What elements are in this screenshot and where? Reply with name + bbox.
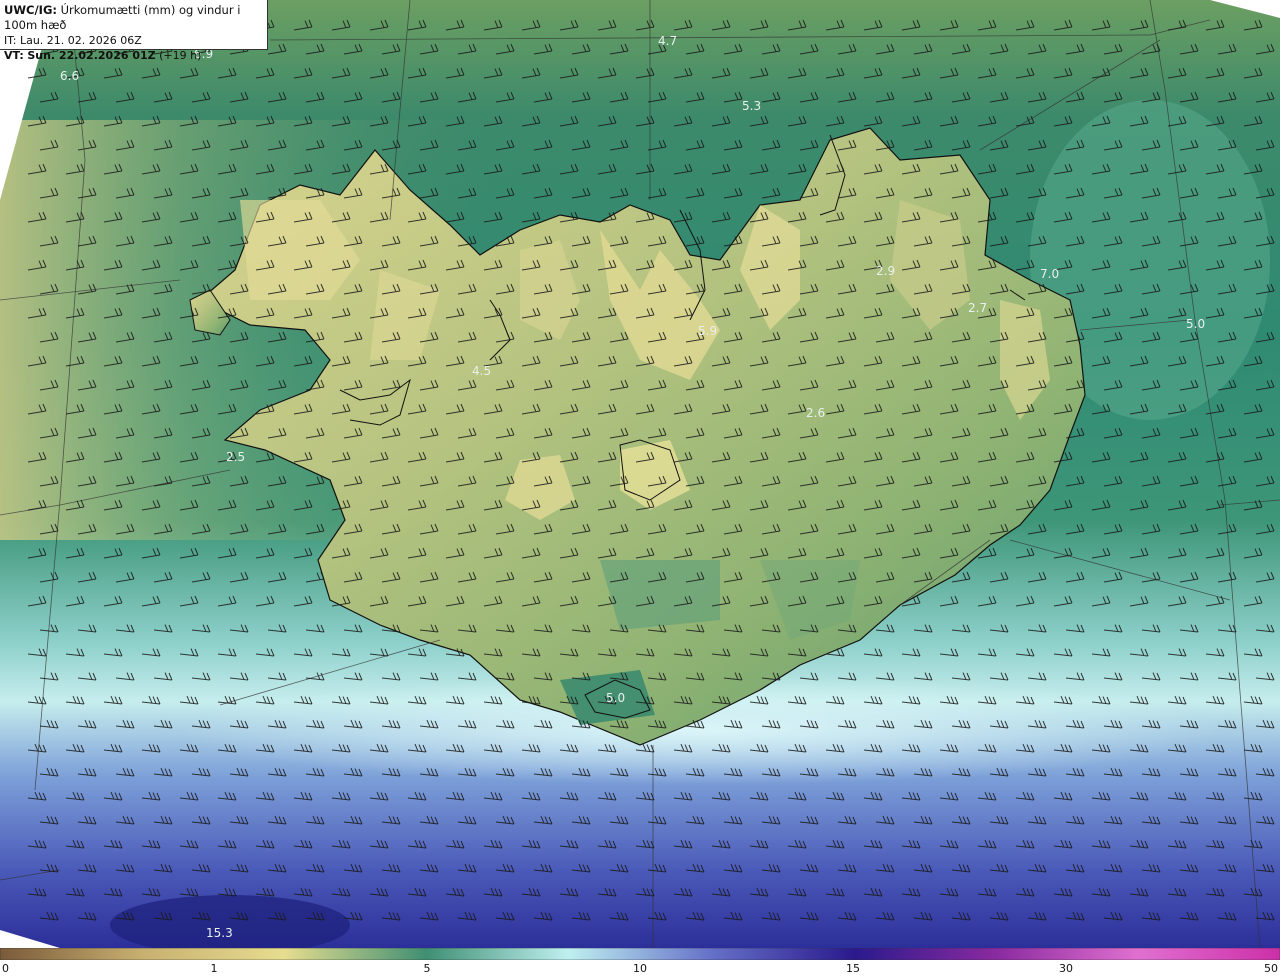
map-value: 7.0 (1040, 267, 1059, 281)
it-prefix: IT: (4, 34, 17, 47)
title-line: UWC/IG: Úrkomumætti (mm) og vindur i 100… (4, 3, 263, 33)
map-value: 4.7 (658, 34, 677, 48)
map-value: 5.9 (698, 324, 717, 338)
map-value: 5.0 (606, 691, 625, 705)
colorbar-tick: 5 (423, 962, 431, 975)
map-value: 15.3 (206, 926, 233, 940)
colorbar-tick: 50 (1264, 962, 1278, 975)
colorbar-tick: 15 (846, 962, 860, 975)
colorbar-tick: 0 (2, 962, 9, 975)
product-code: UWC/IG: (4, 3, 57, 17)
map-value: 4.5 (472, 364, 491, 378)
colorbar-tick: 30 (1059, 962, 1073, 975)
map-value: 2.6 (806, 406, 825, 420)
valid-time-line: VT: Sun. 22.02.2026 01Z (+19 h) (4, 48, 263, 63)
precipitation-wind-map: 4.7 6.9 6.6 5.3 2.9 7.0 2.7 5.0 5.9 4.5 … (0, 0, 1280, 948)
colorbar-tick: 10 (633, 962, 647, 975)
vt-prefix: VT: (4, 49, 24, 62)
forecast-info-box: UWC/IG: Úrkomumætti (mm) og vindur i 100… (0, 0, 268, 62)
it-value: Lau. 21. 02. 2026 06Z (19, 34, 142, 47)
map-value: 5.0 (1186, 317, 1205, 331)
initial-time-line: IT: Lau. 21. 02. 2026 06Z (4, 33, 263, 48)
map-value: 2.5 (226, 450, 245, 464)
colorbar: 0 1 5 10 15 30 50 (0, 948, 1280, 978)
map-value: 2.7 (968, 301, 987, 315)
colorbar-gradient (0, 948, 1280, 960)
map-value: 6.6 (60, 69, 79, 83)
map-value: 5.3 (742, 99, 761, 113)
colorbar-tick: 1 (210, 962, 218, 975)
vt-value: Sun. 22.02.2026 01Z (27, 49, 156, 62)
map-value: 2.9 (876, 264, 895, 278)
vt-lead: (+19 h) (159, 49, 202, 62)
